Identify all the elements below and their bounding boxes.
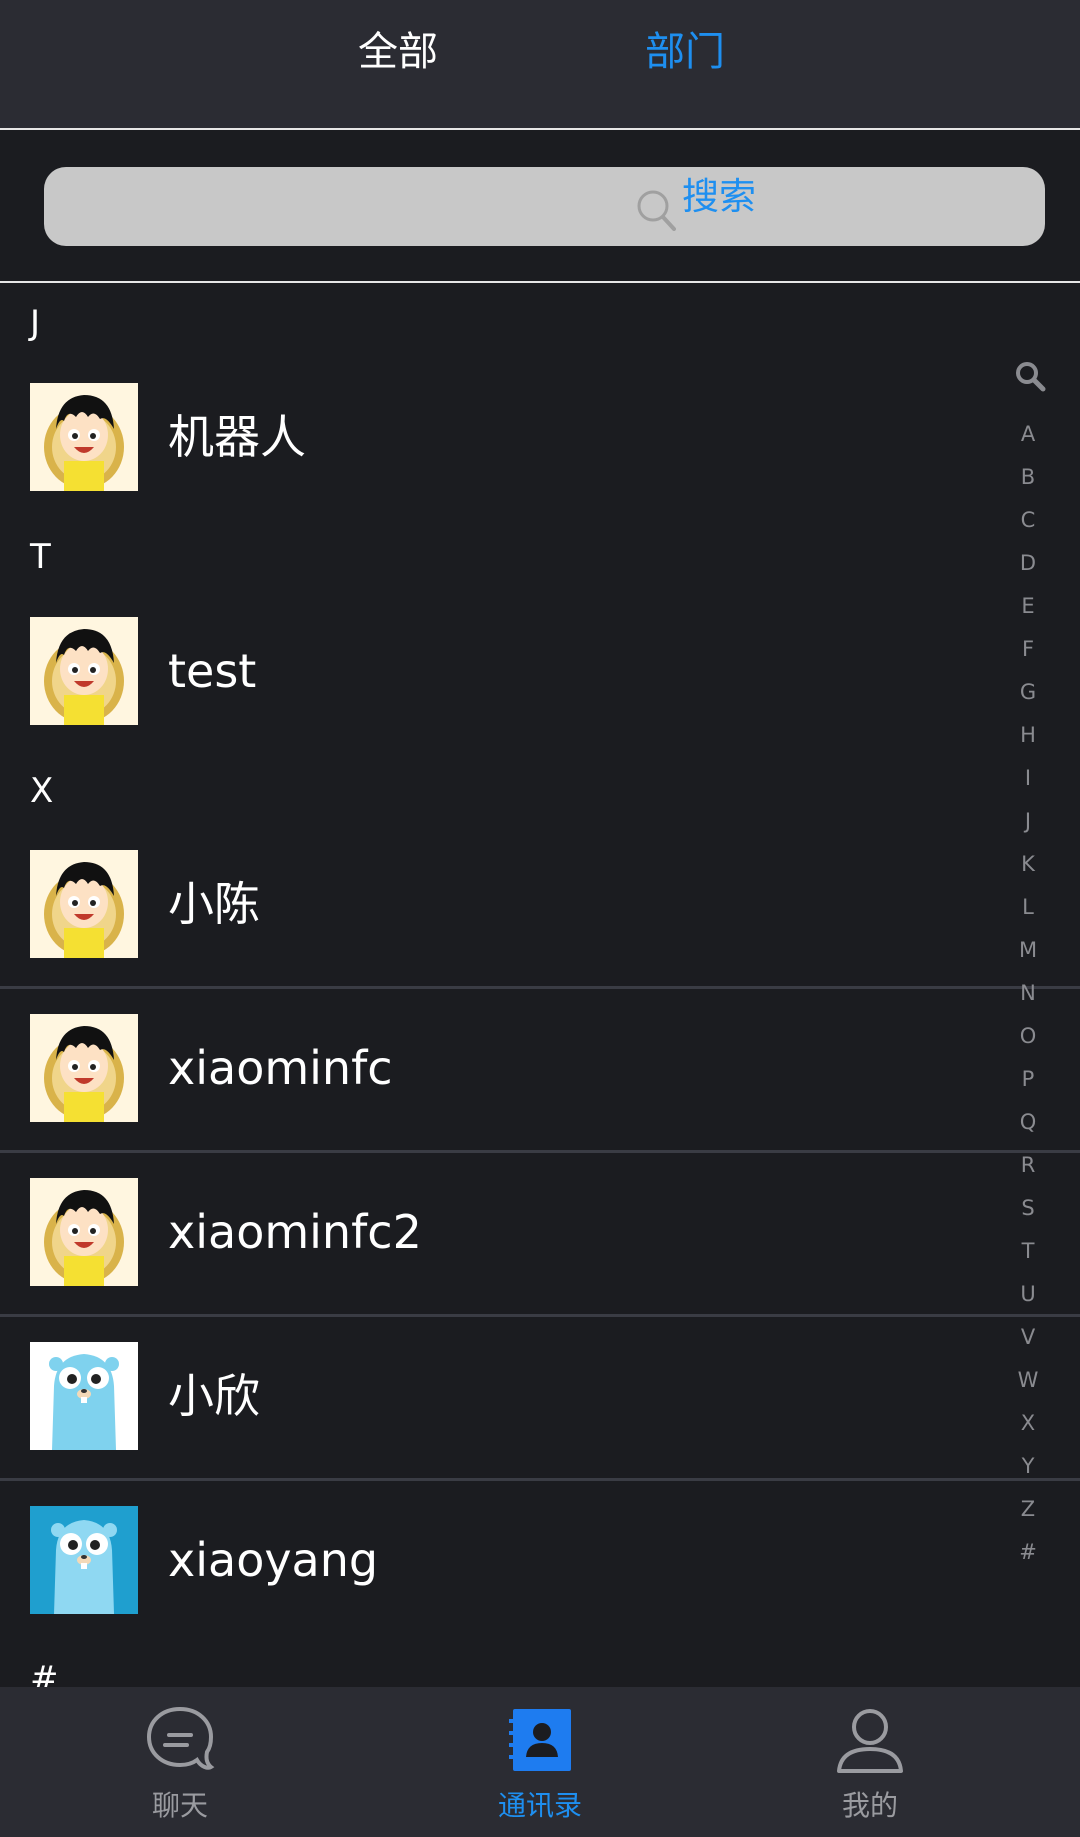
contacts-book-icon (509, 1709, 571, 1771)
index-letter[interactable]: V (1006, 1322, 1050, 1352)
contact-name: 机器人 (168, 410, 306, 464)
index-letter[interactable]: Z (1006, 1494, 1050, 1524)
index-letter[interactable]: B (1006, 462, 1050, 492)
index-letter[interactable]: I (1006, 763, 1050, 793)
top-segment-header: 全部 部门 (0, 0, 1080, 130)
tab-label: 我的 (841, 1789, 898, 1822)
index-letter[interactable]: E (1006, 591, 1050, 621)
index-letter[interactable]: U (1006, 1279, 1050, 1309)
contact-name: xiaominfc (168, 1041, 393, 1095)
index-letter[interactable]: T (1006, 1236, 1050, 1266)
section-header-hash: # (30, 1659, 59, 1687)
index-letter[interactable]: P (1006, 1064, 1050, 1094)
contact-name: test (168, 644, 257, 698)
contact-row[interactable]: 小欣 (0, 1342, 1080, 1506)
index-letter[interactable]: K (1006, 849, 1050, 879)
index-letter[interactable]: O (1006, 1021, 1050, 1051)
contact-name: xiaoyang (168, 1533, 379, 1587)
contact-name: 小欣 (168, 1369, 260, 1423)
index-letter[interactable]: J (1006, 806, 1050, 836)
gopher-avatar-blue-bg (30, 1506, 138, 1614)
contact-list[interactable]: J 机器人 T test X 小陈 xiaominfc xiaominfc2 小… (0, 283, 1080, 1687)
row-divider (0, 986, 1080, 989)
index-letter[interactable]: M (1006, 935, 1050, 965)
index-letter[interactable]: H (1006, 720, 1050, 750)
contact-name: 小陈 (168, 877, 260, 931)
index-letter[interactable]: R (1006, 1150, 1050, 1180)
alphabet-index-bar[interactable]: A B C D E F G H I J K L M N O P Q R S T U V W X Y Z # (1006, 360, 1050, 1564)
contact-row[interactable]: 机器人 (0, 383, 1080, 547)
search-input[interactable]: 搜索 (44, 167, 1045, 246)
gopher-avatar (30, 1342, 138, 1450)
contacts-screen: 全部 部门 搜索 J 机器人 T test X 小陈 xiaominfc xia… (0, 0, 1080, 1837)
index-search-icon[interactable] (1014, 360, 1046, 392)
luffy-avatar (30, 383, 138, 491)
person-icon (837, 1709, 903, 1773)
search-placeholder: 搜索 (682, 175, 756, 218)
index-letter[interactable]: C (1006, 505, 1050, 535)
section-header-x: X (30, 771, 54, 811)
index-letter[interactable]: L (1006, 892, 1050, 922)
index-letter[interactable]: D (1006, 548, 1050, 578)
contact-row[interactable]: xiaoyang (0, 1506, 1080, 1670)
tab-contacts[interactable]: 通讯录 (460, 1687, 620, 1837)
index-letter[interactable]: W (1006, 1365, 1050, 1395)
index-letter[interactable]: A (1006, 419, 1050, 449)
bottom-tab-bar: 聊天 通讯录 我的 (0, 1687, 1080, 1837)
index-letter[interactable]: F (1006, 634, 1050, 664)
tab-all[interactable]: 全部 (358, 22, 438, 82)
index-letter[interactable]: Q (1006, 1107, 1050, 1137)
row-divider (0, 1150, 1080, 1153)
tab-label: 聊天 (151, 1789, 208, 1822)
contact-row[interactable]: xiaominfc (0, 1014, 1080, 1178)
tab-chat[interactable]: 聊天 (100, 1687, 260, 1837)
section-header-j: J (30, 303, 41, 343)
contact-name: xiaominfc2 (168, 1205, 422, 1259)
index-letter[interactable]: Y (1006, 1451, 1050, 1481)
contact-row[interactable]: test (0, 617, 1080, 781)
row-divider (0, 1478, 1080, 1481)
chat-bubble-icon (146, 1706, 215, 1770)
index-letter[interactable]: N (1006, 978, 1050, 1008)
luffy-avatar (30, 1178, 138, 1286)
contact-row[interactable]: xiaominfc2 (0, 1178, 1080, 1342)
luffy-avatar (30, 617, 138, 725)
search-area: 搜索 (0, 130, 1080, 283)
tab-label: 通讯录 (497, 1789, 582, 1822)
section-header-t: T (30, 537, 51, 577)
search-icon (637, 190, 676, 231)
index-letter[interactable]: X (1006, 1408, 1050, 1438)
tab-me[interactable]: 我的 (790, 1687, 950, 1837)
contact-row[interactable]: 小陈 (0, 850, 1080, 1014)
tab-department[interactable]: 部门 (645, 22, 725, 82)
index-letter[interactable]: # (1006, 1537, 1050, 1567)
index-letter[interactable]: G (1006, 677, 1050, 707)
row-divider (0, 1314, 1080, 1317)
luffy-avatar (30, 1014, 138, 1122)
luffy-avatar (30, 850, 138, 958)
index-letter[interactable]: S (1006, 1193, 1050, 1223)
